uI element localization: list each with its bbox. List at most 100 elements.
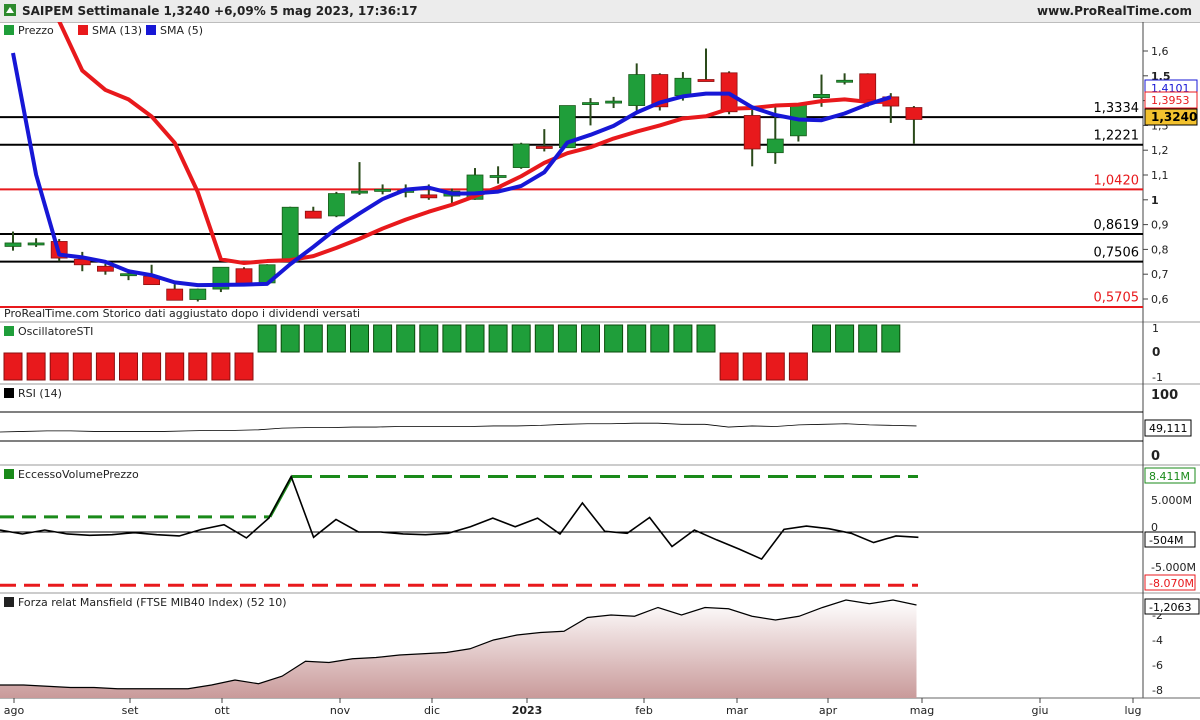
moving-averages	[11, 22, 892, 288]
y-tick-label: -8	[1152, 684, 1163, 697]
candle-body	[605, 100, 622, 104]
candle-body	[697, 79, 715, 82]
y-tick-label: 0,9	[1151, 219, 1169, 232]
sti-bar	[604, 324, 624, 353]
candle-body	[674, 77, 692, 97]
sti-bar	[3, 352, 23, 381]
y-tick-label: 0	[1152, 345, 1160, 359]
sti-bar	[719, 352, 739, 381]
sti-bar	[465, 324, 485, 353]
candle-body	[813, 94, 830, 99]
rsi-panel	[0, 411, 1143, 442]
legend-swatch	[78, 25, 88, 35]
sti-bar	[673, 324, 693, 353]
value-tag-label: -1,2063	[1149, 601, 1191, 614]
sti-bar	[165, 352, 185, 381]
candle-body	[836, 79, 853, 83]
up-arrow-icon	[4, 4, 16, 16]
y-tick-label: 1	[1152, 322, 1159, 335]
x-tick-label: nov	[330, 704, 351, 717]
sti-bar	[742, 352, 762, 381]
chart-title: SAIPEM Settimanale 1,3240 +6,09% 5 mag 2…	[22, 4, 418, 18]
chart-area[interactable]: 1,61,51,41,31,21,110,90,80,70,61,33341,2…	[0, 22, 1200, 720]
x-tick-label: set	[122, 704, 139, 717]
sti-bar	[696, 324, 716, 353]
mansfield-panel	[0, 599, 917, 698]
candle-body	[905, 107, 923, 120]
legend-label: SMA (13)	[92, 24, 142, 37]
sti-oscillator-panel	[3, 324, 901, 381]
y-tick-label: -5.000M	[1151, 561, 1196, 574]
legend-label: SMA (5)	[160, 24, 203, 37]
sti-bar	[303, 324, 323, 353]
value-tag-label: 8.411M	[1149, 470, 1190, 483]
x-tick-label: apr	[819, 704, 838, 717]
x-tick-label: 2023	[512, 704, 543, 717]
title-bar: SAIPEM Settimanale 1,3240 +6,09% 5 mag 2…	[0, 0, 1200, 23]
y-tick-label: -4	[1152, 634, 1163, 647]
level-label: 0,7506	[1094, 246, 1140, 261]
sti-bar	[280, 324, 300, 353]
sti-bar	[142, 352, 162, 381]
candle-body	[281, 206, 299, 263]
rsi-line	[0, 422, 917, 433]
sti-bar	[234, 352, 254, 381]
y-tick-label: 1,6	[1151, 45, 1169, 58]
sti-bar	[26, 352, 46, 381]
x-tick-label: ago	[4, 704, 25, 717]
sti-bar	[211, 352, 231, 381]
x-tick-label: giu	[1031, 704, 1048, 717]
level-label: 1,3334	[1094, 101, 1140, 116]
legend-swatch	[4, 597, 14, 607]
sti-bar	[188, 352, 208, 381]
sti-bar	[581, 324, 600, 353]
y-tick-label: 1,1	[1151, 169, 1169, 182]
value-tag-label: -8.070M	[1149, 577, 1194, 590]
sti-bar	[396, 324, 416, 353]
y-tick-label: 100	[1151, 388, 1178, 403]
volume-price-panel	[0, 474, 1143, 587]
sti-bar	[557, 324, 577, 353]
price-candles	[4, 48, 923, 302]
candle-body	[235, 268, 253, 285]
x-tick-label: mag	[910, 704, 934, 717]
site-link[interactable]: www.ProRealTime.com	[1037, 4, 1192, 18]
chart-note: ProRealTime.com Storico dati aggiustato …	[4, 307, 360, 320]
sti-bar	[326, 324, 346, 353]
sti-bar	[511, 324, 531, 353]
panel-title: RSI (14)	[18, 387, 62, 400]
candle-body	[374, 188, 392, 192]
sti-bar	[835, 324, 855, 353]
legend-swatch	[4, 326, 14, 336]
level-label: 0,5705	[1094, 290, 1140, 305]
candle-body	[327, 193, 345, 217]
x-tick-label: lug	[1124, 704, 1141, 717]
price-tag-label: 1,3953	[1151, 94, 1190, 107]
sti-bar	[881, 324, 901, 353]
legend-swatch	[146, 25, 156, 35]
sti-bar	[49, 352, 69, 381]
legend-swatch	[4, 388, 14, 398]
level-label: 1,0420	[1094, 173, 1140, 188]
sti-bar	[812, 324, 831, 353]
candle-body	[766, 138, 784, 154]
y-tick-label: 1,2	[1151, 144, 1169, 157]
sti-bar	[534, 324, 554, 353]
y-tick-label: 0	[1151, 449, 1160, 464]
y-tick-label: -1	[1152, 371, 1163, 384]
mansfield-area	[0, 600, 917, 698]
candle-body	[420, 194, 438, 199]
sti-bar	[858, 324, 878, 353]
sti-bar	[95, 352, 115, 381]
x-tick-label: mar	[726, 704, 748, 717]
candle-body	[859, 73, 877, 101]
x-tick-label: feb	[635, 704, 653, 717]
y-tick-label: 0,7	[1151, 268, 1169, 281]
sti-bar	[627, 324, 647, 353]
price-tag-label: 1,3240	[1151, 110, 1197, 124]
legend-label: Prezzo	[18, 24, 54, 37]
y-tick-label: 5.000M	[1151, 494, 1192, 507]
y-tick-label: 0,8	[1151, 243, 1169, 256]
y-tick-label: -6	[1152, 659, 1163, 672]
level-label: 1,2221	[1094, 129, 1140, 144]
